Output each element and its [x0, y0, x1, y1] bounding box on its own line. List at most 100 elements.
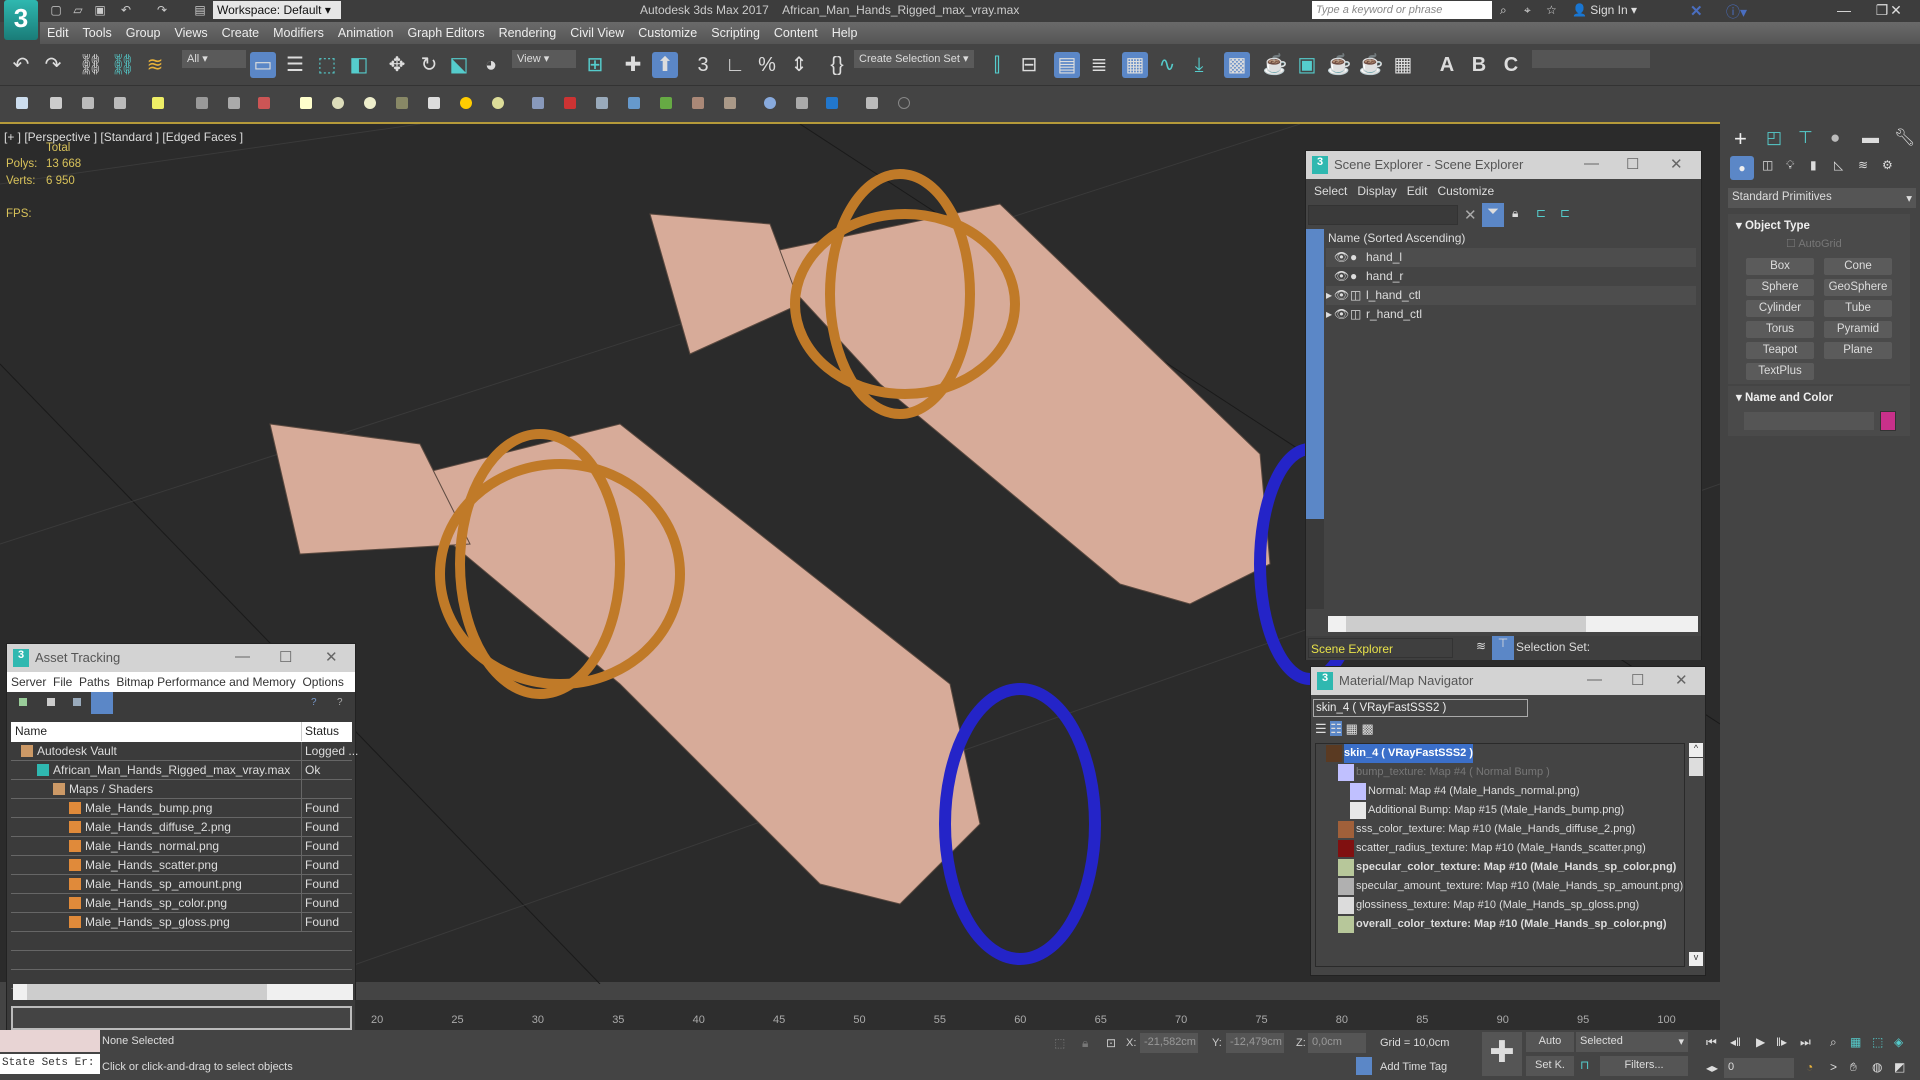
torus-button[interactable]: Torus: [1746, 321, 1814, 338]
star-icon[interactable]: ☆: [1546, 3, 1557, 17]
default-tangents-icon[interactable]: ⊓: [1580, 1058, 1589, 1072]
material-tree-item[interactable]: sss_color_texture: Map #10 (Male_Hands_d…: [1316, 820, 1684, 839]
material-navigator-titlebar[interactable]: 3 Material/Map Navigator — ☐ ✕: [1311, 667, 1705, 695]
previous-frame-icon[interactable]: ◂‖: [1730, 1035, 1741, 1049]
rect-selection-icon[interactable]: ⬚: [314, 52, 340, 78]
go-to-end-icon[interactable]: ⏭: [1800, 1035, 1811, 1050]
project-icon[interactable]: ▤: [192, 3, 208, 17]
textplus-button[interactable]: TextPlus: [1746, 363, 1814, 380]
close-button[interactable]: ✕: [1876, 2, 1916, 20]
unlink-icon[interactable]: ⛓: [110, 52, 136, 78]
menu-edit[interactable]: Edit: [1407, 184, 1428, 198]
toolbar-icon[interactable]: [16, 97, 28, 109]
material-editor-icon[interactable]: ▩: [1224, 52, 1250, 78]
space-warps-icon[interactable]: ≋: [1858, 158, 1868, 172]
menu-modifiers[interactable]: Modifiers: [266, 22, 331, 44]
material-tree-item[interactable]: bump_texture: Map #4 ( Normal Bump ): [1316, 763, 1684, 782]
filters-button[interactable]: Filters...: [1600, 1056, 1688, 1076]
mirror-icon[interactable]: ⫿: [984, 52, 1010, 78]
rotate-icon[interactable]: ↻: [416, 52, 442, 78]
column-header[interactable]: Name (Sorted Ascending): [1326, 229, 1696, 248]
teapot-button[interactable]: Teapot: [1746, 342, 1814, 359]
state-sets-label[interactable]: State Sets Er:: [0, 1054, 100, 1074]
hierarchy-collapse-icon[interactable]: ⊏: [1560, 206, 1570, 220]
material-tree-item[interactable]: skin_4 ( VRayFastSSS2 ): [1316, 744, 1684, 763]
clear-icon[interactable]: ✕: [1464, 206, 1477, 224]
render-in-cloud-icon[interactable]: ▦: [1390, 52, 1416, 78]
hierarchy-tab-icon[interactable]: ⊤: [1798, 128, 1813, 148]
toolbar-icon[interactable]: [47, 698, 55, 706]
toolbar-icon[interactable]: [73, 698, 81, 706]
snap-toggle-icon[interactable]: 3: [690, 52, 716, 78]
window-crossing-icon[interactable]: ◧: [346, 52, 372, 78]
asset-row[interactable]: Male_Hands_sp_amount.png Found: [11, 875, 352, 894]
material-tree-item[interactable]: specular_color_texture: Map #10 (Male_Ha…: [1316, 858, 1684, 877]
rollout-header[interactable]: ▾ Object Type: [1728, 214, 1910, 236]
asset-row[interactable]: Male_Hands_normal.png Found: [11, 837, 352, 856]
time-slider[interactable]: 20 25 30 35 40 45 50 55 60 65 70 75 80 85 90 95 100: [355, 1000, 1720, 1030]
zoom-extents-all-icon[interactable]: ◈: [1894, 1035, 1903, 1049]
maximize-viewport-icon[interactable]: ◩: [1894, 1060, 1905, 1074]
key-mode-icon[interactable]: ◂▸: [1706, 1061, 1718, 1075]
geosphere-button[interactable]: GeoSphere: [1824, 279, 1892, 296]
curve-editor-icon[interactable]: ∿: [1154, 52, 1180, 78]
toolbar-icon[interactable]: [114, 97, 126, 109]
material-tree-item[interactable]: specular_amount_texture: Map #10 (Male_H…: [1316, 877, 1684, 896]
menu-server[interactable]: Server: [11, 675, 46, 689]
menu-file[interactable]: File: [53, 675, 72, 689]
close-button[interactable]: ✕: [1675, 671, 1688, 689]
toolbar-icon[interactable]: [258, 97, 270, 109]
sign-in-button[interactable]: 👤 Sign In ▾: [1572, 3, 1637, 17]
minimize-button[interactable]: —: [235, 648, 250, 665]
helpers-icon[interactable]: ◺: [1834, 158, 1843, 172]
binoculars-icon[interactable]: ⌕: [1500, 3, 1507, 18]
vray-a-icon[interactable]: A: [1434, 52, 1460, 78]
menu-display[interactable]: Display: [1357, 184, 1396, 198]
toolbar-icon[interactable]: [364, 97, 376, 109]
list-icons-view-icon[interactable]: ☷: [1330, 721, 1342, 736]
go-to-start-icon[interactable]: ⏮: [1706, 1035, 1717, 1050]
layer-explorer-icon[interactable]: ≣: [1086, 52, 1112, 78]
help-icon[interactable]: ?: [311, 697, 317, 708]
sphere-button[interactable]: Sphere: [1746, 279, 1814, 296]
current-frame-field[interactable]: 0: [1724, 1058, 1794, 1078]
tree-item[interactable]: 👁︎ ● hand_r: [1326, 267, 1696, 286]
scene-explorer-titlebar[interactable]: 3 Scene Explorer - Scene Explorer — ☐ ✕: [1306, 151, 1701, 179]
large-icons-view-icon[interactable]: ▩: [1361, 721, 1373, 736]
create-tab-icon[interactable]: +: [1734, 126, 1747, 152]
display-tab-icon[interactable]: ▬: [1862, 128, 1879, 148]
motion-tab-icon[interactable]: ●: [1830, 128, 1840, 148]
options-icon[interactable]: ?: [337, 697, 343, 708]
toolbar-icon[interactable]: [724, 97, 736, 109]
maximize-button[interactable]: ☐: [279, 648, 292, 666]
menu-civil-view[interactable]: Civil View: [563, 22, 631, 44]
asset-row[interactable]: African_Man_Hands_Rigged_max_vray.max Ok: [11, 761, 352, 780]
bind-space-warp-icon[interactable]: ≋: [142, 52, 168, 78]
toolbar-icon[interactable]: [596, 97, 608, 109]
tree-item[interactable]: ▸ 👁︎ ◫ r_hand_ctl: [1326, 305, 1696, 324]
asset-row[interactable]: Male_Hands_sp_color.png Found: [11, 894, 352, 913]
explorer-name-dropdown[interactable]: Scene Explorer: [1308, 638, 1453, 658]
tree-item[interactable]: ▸ 👁︎ ◫ l_hand_ctl: [1326, 286, 1696, 305]
link-icon[interactable]: ⛓: [78, 52, 104, 78]
path-field[interactable]: [11, 1006, 352, 1030]
viewport-label[interactable]: [+ ] [Perspective ] [Standard ] [Edged F…: [4, 130, 243, 144]
material-name-field[interactable]: skin_4 ( VRayFastSSS2 ): [1313, 699, 1528, 717]
menu-content[interactable]: Content: [767, 22, 825, 44]
move-icon[interactable]: ✥: [384, 52, 410, 78]
geometry-icon[interactable]: ●: [1730, 156, 1754, 180]
material-tree-item[interactable]: Additional Bump: Map #15 (Male_Hands_bum…: [1316, 801, 1684, 820]
app-logo[interactable]: 3: [4, 0, 38, 40]
material-tree-item[interactable]: Normal: Map #4 (Male_Hands_normal.png): [1316, 782, 1684, 801]
render-setup-icon[interactable]: ☕: [1262, 52, 1288, 78]
toolbar-icon[interactable]: [796, 97, 808, 109]
horizontal-scrollbar[interactable]: [13, 984, 353, 1000]
plane-button[interactable]: Plane: [1824, 342, 1892, 359]
expand-icon[interactable]: ▸: [1326, 286, 1332, 305]
close-button[interactable]: ✕: [1670, 155, 1683, 173]
lock-icon[interactable]: 🔒︎: [1512, 206, 1518, 221]
exchange-icon[interactable]: ✕: [1690, 2, 1703, 20]
asset-row[interactable]: Male_Hands_diffuse_2.png Found: [11, 818, 352, 837]
list-view-icon[interactable]: ☰: [1315, 721, 1327, 736]
table-view-icon[interactable]: [91, 692, 113, 714]
